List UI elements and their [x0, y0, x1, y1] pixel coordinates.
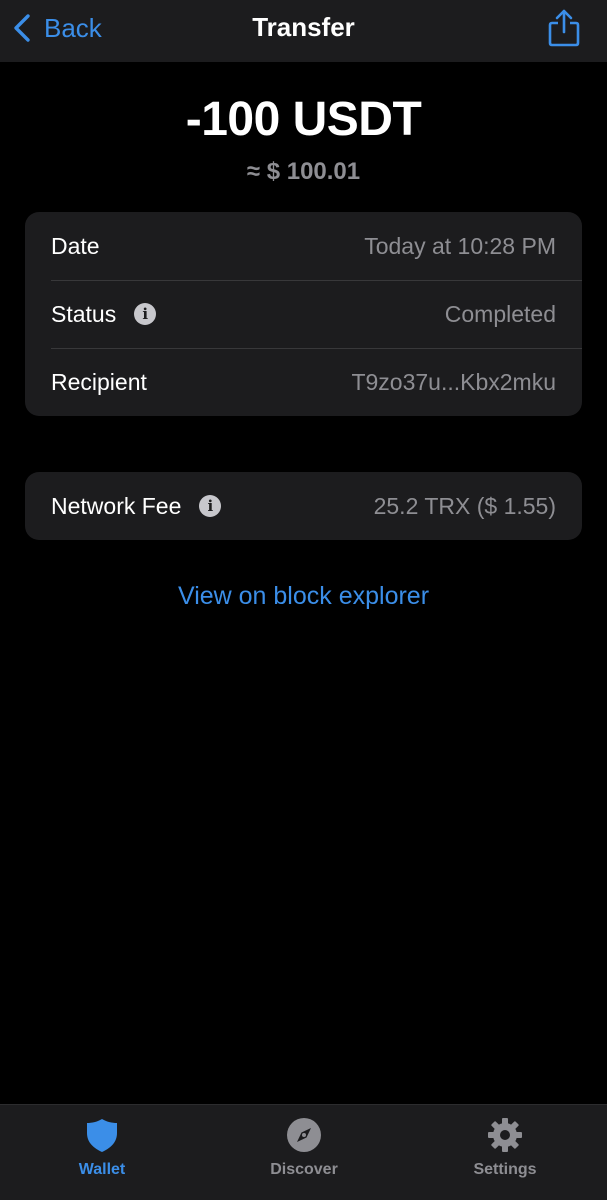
transfer-amount: -100 USDT [185, 93, 422, 146]
detail-row-status: Status i Completed [25, 280, 582, 348]
tab-settings-label: Settings [473, 1161, 537, 1178]
recipient-address[interactable]: T9zo37u...Kbx2mku [351, 369, 556, 396]
date-value: Today at 10:28 PM [364, 232, 556, 259]
gear-icon [488, 1118, 522, 1152]
tab-discover[interactable]: Discover [234, 1105, 374, 1200]
compass-icon [287, 1118, 321, 1152]
network-fee-label: Network Fee [51, 492, 182, 519]
tab-bar: Wallet Discover Settings [0, 1104, 607, 1200]
share-icon[interactable] [547, 8, 581, 48]
network-fee-value: 25.2 TRX ($ 1.55) [373, 492, 556, 519]
navigation-bar: Back Transfer [0, 0, 607, 62]
info-icon[interactable]: i [199, 495, 222, 517]
detail-row-date: Date Today at 10:28 PM [25, 212, 582, 280]
date-label: Date [51, 232, 100, 259]
info-icon[interactable]: i [134, 303, 157, 325]
fiat-amount: ≈ $ 100.01 [246, 158, 361, 185]
tab-settings[interactable]: Settings [435, 1105, 575, 1200]
status-label: Status [51, 300, 117, 327]
recipient-label: Recipient [51, 368, 147, 395]
view-on-block-explorer-link[interactable]: View on block explorer [0, 582, 607, 611]
page-title: Transfer [252, 12, 355, 42]
tab-discover-label: Discover [270, 1161, 338, 1178]
status-value: Completed [444, 300, 556, 327]
shield-icon [87, 1119, 117, 1152]
detail-row-recipient[interactable]: Recipient T9zo37u...Kbx2mku [25, 348, 582, 416]
detail-row-network-fee: Network Fee i 25.2 TRX ($ 1.55) [25, 472, 582, 540]
transfer-screen: Back Transfer -100 USDT ≈ $ 100.01 Date … [0, 0, 607, 1200]
tab-wallet-label: Wallet [78, 1161, 126, 1178]
details-card: Date Today at 10:28 PM Status i Complete… [25, 212, 582, 416]
network-fee-card: Network Fee i 25.2 TRX ($ 1.55) [25, 472, 582, 540]
tab-wallet[interactable]: Wallet [32, 1105, 172, 1200]
